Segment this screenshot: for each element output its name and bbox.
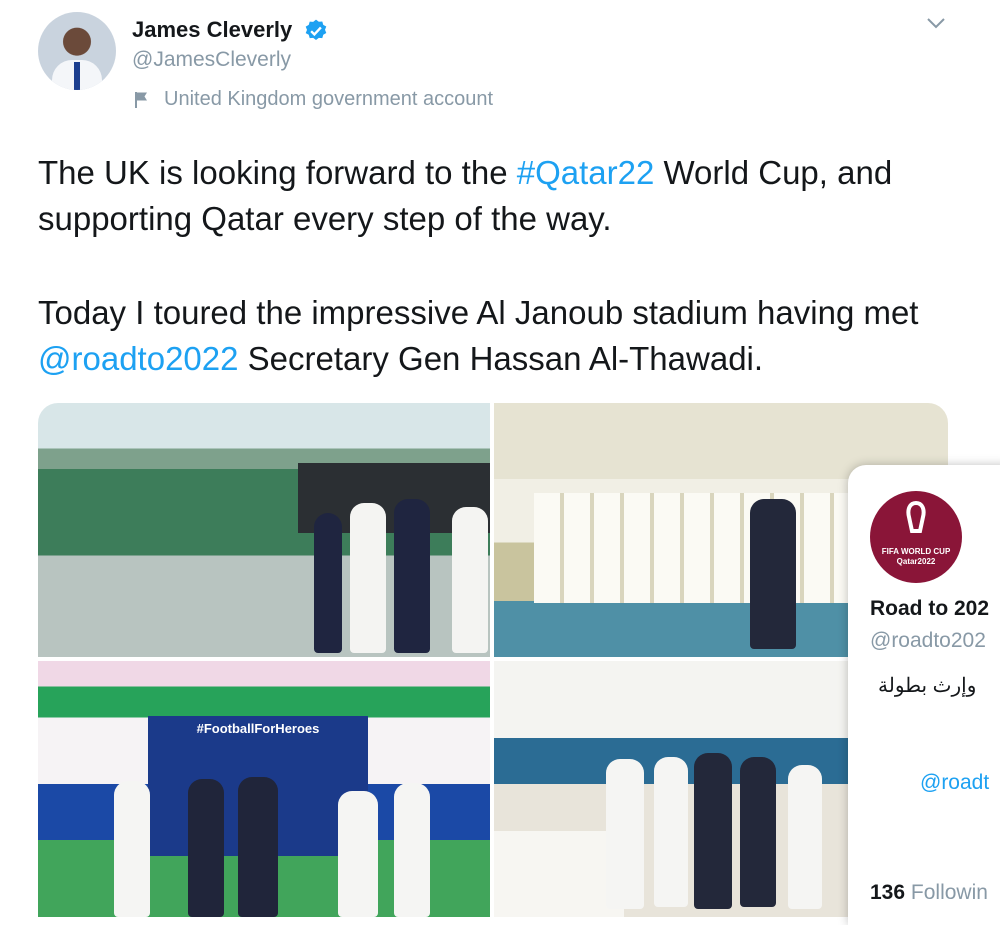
photo-figure [452,507,488,653]
photo-figure [394,499,430,653]
hashtag-link[interactable]: #Qatar22 [517,154,655,191]
profile-hover-card[interactable]: FIFA WORLD CUP Qatar2022 Road to 202 @ro… [848,465,1000,925]
verified-badge-icon [305,19,327,40]
photo-tunnel[interactable]: #FootballForHeroes [38,661,490,917]
card-profile-handle[interactable]: @roadto202 [870,629,986,653]
photo-figure [350,503,386,653]
chevron-down-icon[interactable] [924,14,948,32]
photo-figure [238,777,278,917]
author-avatar[interactable] [38,12,116,90]
photo-stadium-stands[interactable] [38,403,490,657]
photo-lockers [534,493,864,603]
photo-figure [750,499,796,649]
photo-figure [394,783,430,917]
author-handle[interactable]: @JamesCleverly [132,48,291,72]
photo-figure [694,753,732,909]
card-logo-line1: FIFA WORLD CUP [881,547,951,556]
tweet-text: The UK is looking forward to the #Qatar2… [38,150,968,430]
card-following-count: 136 [870,881,906,904]
author-name[interactable]: James Cleverly [132,17,292,43]
photo-figure [788,765,822,909]
tweet-paragraph-1: The UK is looking forward to the #Qatar2… [38,154,893,237]
card-following-label: Followin [910,881,988,904]
tweet-paragraph-2: Today I toured the impressive Al Janoub … [38,294,919,377]
avatar-tie [74,62,80,90]
photo-figure [338,791,378,917]
photo-banner-text: #FootballForHeroes [196,721,320,736]
photo-figure [606,759,644,909]
card-bio-mention-link[interactable]: @roadt [920,771,989,795]
photo-figure [654,757,688,907]
government-account-text: United Kingdom government account [164,88,494,110]
card-profile-bio: وإرث بطولة [878,675,977,697]
mention-link[interactable]: @roadto2022 [38,340,238,377]
world-cup-trophy-icon [906,500,926,533]
government-account-label: United Kingdom government account [134,88,493,111]
card-following-stat[interactable]: 136 Followin [870,881,988,905]
photo-figure [740,757,776,907]
photo-figure [114,781,150,917]
photo-figure [188,779,224,917]
flag-icon [135,91,147,108]
card-avatar-logo[interactable]: FIFA WORLD CUP Qatar2022 [870,491,962,583]
photo-figure [314,513,342,653]
card-profile-name[interactable]: Road to 202 [870,597,989,621]
photo-sofa [494,831,624,917]
tweet-media-grid: #FootballForHeroes [38,403,948,917]
card-logo-line2: Qatar2022 [896,557,936,566]
